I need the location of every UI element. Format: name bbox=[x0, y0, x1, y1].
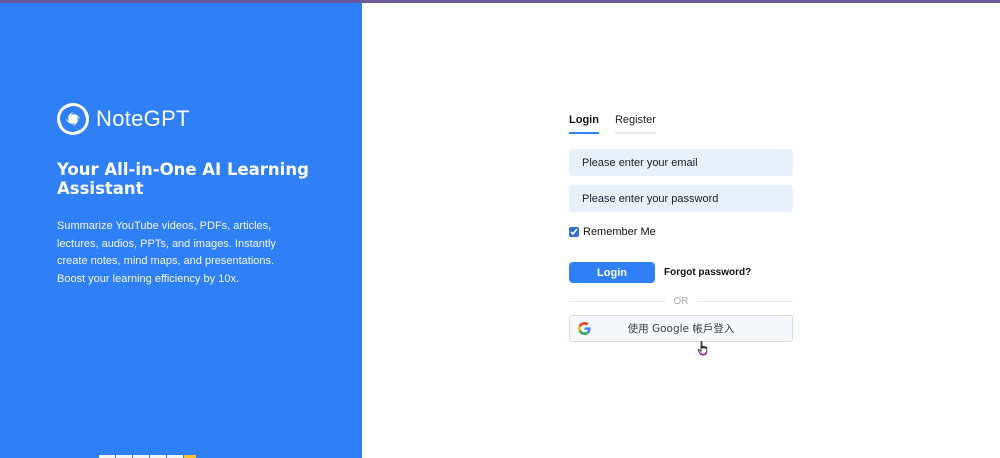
google-g-icon bbox=[578, 322, 591, 335]
password-field[interactable] bbox=[569, 185, 793, 212]
brand-name: NoteGPT bbox=[96, 106, 190, 131]
auth-form: Login Register Remember Me Login Forgot … bbox=[569, 110, 793, 342]
tab-login[interactable]: Login bbox=[569, 110, 599, 134]
email-field[interactable] bbox=[569, 149, 793, 176]
hero-headline: Your All-in-One AI Learning Assistant bbox=[57, 160, 309, 198]
hero-description: Summarize YouTube videos, PDFs, articles… bbox=[57, 220, 276, 285]
divider-text: OR bbox=[673, 295, 689, 307]
or-divider: OR bbox=[569, 295, 793, 307]
auth-tabs: Login Register bbox=[569, 110, 793, 134]
google-signin-button[interactable]: 使用 Google 帳戶登入 bbox=[569, 315, 793, 342]
login-button[interactable]: Login bbox=[569, 262, 655, 283]
swirl-logo-icon bbox=[57, 103, 89, 135]
divider-line bbox=[696, 300, 793, 302]
hero-panel: NoteGPT Your All-in-One AI Learning Assi… bbox=[0, 3, 362, 458]
login-actions: Login Forgot password? bbox=[569, 262, 793, 283]
google-signin-label: 使用 Google 帳戶登入 bbox=[627, 323, 735, 335]
forgot-password-link[interactable]: Forgot password? bbox=[664, 267, 751, 278]
remember-me[interactable]: Remember Me bbox=[569, 226, 793, 238]
divider-line bbox=[569, 300, 666, 302]
brand: NoteGPT bbox=[56, 102, 190, 136]
hand-pointer-cursor-icon bbox=[697, 341, 708, 356]
remember-me-label: Remember Me bbox=[583, 226, 656, 238]
remember-me-checkbox[interactable] bbox=[569, 227, 579, 237]
tab-register[interactable]: Register bbox=[614, 110, 656, 134]
